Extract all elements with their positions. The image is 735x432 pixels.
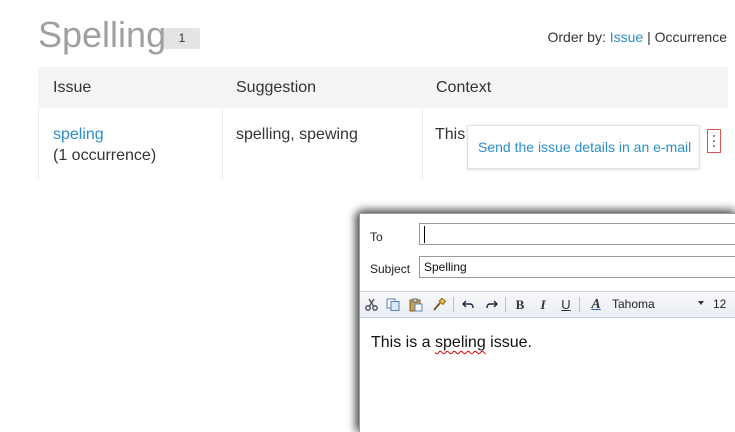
issue-actions-menu: Send the issue details in an e-mail: [467, 125, 700, 169]
order-by-occurrence-link[interactable]: Occurrence: [655, 29, 727, 45]
to-input[interactable]: [419, 223, 735, 245]
column-divider: [38, 108, 39, 179]
toolbar-separator: [505, 297, 506, 312]
column-header-context: Context: [436, 79, 492, 96]
formatting-toolbar: B I U A Tahoma 12: [360, 291, 735, 318]
body-text-after: issue.: [485, 334, 532, 351]
redo-icon[interactable]: [482, 296, 500, 313]
paste-icon[interactable]: [407, 296, 425, 313]
cut-icon[interactable]: [362, 296, 380, 313]
email-header-fields: To Subject: [360, 214, 735, 291]
underline-icon[interactable]: U: [557, 296, 575, 313]
body-text-before: This is a: [371, 334, 436, 351]
toolbar-separator: [579, 297, 580, 312]
misspelled-word[interactable]: speling: [435, 334, 486, 351]
subject-label: Subject: [370, 262, 411, 276]
italic-icon[interactable]: I: [534, 296, 552, 313]
bold-icon[interactable]: B: [511, 296, 529, 313]
page-title: Spelling: [38, 14, 167, 55]
font-family-select[interactable]: Tahoma: [612, 297, 655, 311]
text-caret: [424, 226, 425, 243]
more-actions-button[interactable]: [707, 129, 721, 153]
order-by-separator: |: [647, 29, 651, 45]
to-label: To: [370, 230, 383, 244]
subject-input[interactable]: [419, 256, 735, 278]
context-cell: This: [435, 126, 466, 143]
issue-count-badge: 1: [164, 28, 200, 49]
order-by-label: Order by:: [547, 29, 606, 45]
column-divider: [222, 108, 223, 179]
font-size-select[interactable]: 12: [713, 297, 726, 311]
suggestion-cell: spelling, spewing: [236, 126, 358, 143]
email-compose-window: To Subject B I U A Tahoma 12: [359, 213, 735, 432]
issue-occurrence-count: (1 occurrence): [53, 147, 157, 164]
order-by-control: Order by: Issue | Occurrence: [548, 29, 728, 45]
send-email-menu-item[interactable]: Send the issue details in an e-mail: [478, 139, 691, 155]
undo-icon[interactable]: [459, 296, 477, 313]
email-body-editor[interactable]: This is a speling issue.: [371, 334, 532, 352]
copy-icon[interactable]: [384, 296, 402, 313]
table-header: Issue Suggestion Context: [38, 67, 728, 108]
toolbar-separator: [453, 297, 454, 312]
font-color-icon[interactable]: A: [587, 296, 605, 313]
column-header-issue: Issue: [53, 79, 92, 96]
order-by-issue-link[interactable]: Issue: [610, 29, 643, 45]
column-divider: [422, 108, 423, 179]
issue-word-link[interactable]: speling: [53, 126, 104, 144]
chevron-down-icon[interactable]: [698, 301, 704, 305]
format-painter-icon[interactable]: [430, 296, 448, 313]
column-header-suggestion: Suggestion: [236, 79, 317, 96]
vertical-dots-icon: [713, 135, 715, 147]
